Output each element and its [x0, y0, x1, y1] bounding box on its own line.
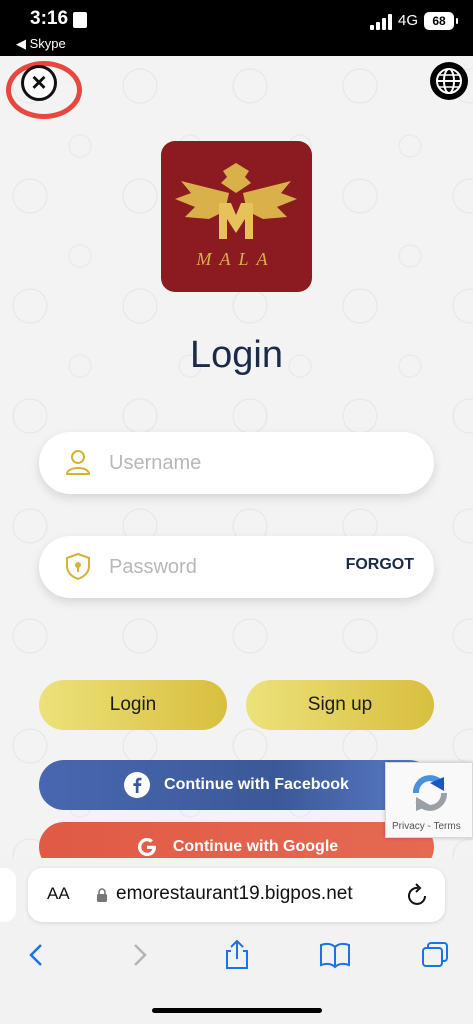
- username-field[interactable]: [39, 432, 434, 494]
- previous-tab-peek[interactable]: [0, 868, 16, 922]
- recaptcha-icon: [413, 775, 447, 811]
- page-title: Login: [190, 334, 283, 376]
- shield-lock-icon: [66, 552, 90, 581]
- google-icon: [137, 837, 156, 856]
- contact-card-icon: [73, 12, 87, 28]
- google-login-label: Continue with Google: [172, 838, 339, 855]
- recaptcha-badge[interactable]: Privacy - Terms: [385, 762, 473, 838]
- signup-button[interactable]: Sign up: [246, 680, 434, 730]
- facebook-login-button[interactable]: Continue with Facebook: [39, 760, 434, 810]
- user-icon: [65, 450, 91, 475]
- password-field[interactable]: FORGOT: [39, 536, 434, 598]
- address-bar[interactable]: AA emorestaurant19.bigpos.net: [28, 868, 445, 922]
- forgot-password-link[interactable]: FORGOT: [346, 556, 414, 574]
- close-icon: ×: [31, 67, 47, 97]
- back-to-app-link[interactable]: ◀ Skype: [16, 36, 66, 52]
- browser-address-area: AA emorestaurant19.bigpos.net: [0, 858, 473, 932]
- login-page: × MALA Login Username FORGOT Login Sign …: [0, 56, 473, 858]
- language-button[interactable]: [430, 62, 468, 100]
- forward-icon[interactable]: [122, 940, 156, 970]
- back-icon[interactable]: [20, 940, 54, 970]
- battery-indicator: 68: [424, 12, 458, 30]
- username-input[interactable]: [109, 446, 339, 480]
- status-time: 3:16: [30, 8, 69, 29]
- close-button[interactable]: ×: [21, 65, 57, 101]
- lock-icon: [97, 888, 107, 902]
- tabs-icon[interactable]: [418, 940, 452, 970]
- facebook-icon: [124, 771, 151, 798]
- logo-text: MALA: [196, 249, 276, 269]
- home-indicator[interactable]: [152, 1008, 322, 1013]
- browser-toolbar: [0, 932, 473, 1024]
- network-type: 4G: [398, 12, 419, 29]
- reader-settings-button[interactable]: AA: [47, 884, 70, 904]
- url-text[interactable]: emorestaurant19.bigpos.net: [116, 883, 353, 905]
- signal-icon: [370, 14, 394, 30]
- reload-icon[interactable]: [406, 882, 430, 908]
- restaurant-logo: MALA: [161, 141, 312, 292]
- globe-icon: [436, 68, 462, 94]
- login-button[interactable]: Login: [39, 680, 227, 730]
- password-input[interactable]: [109, 550, 339, 584]
- share-icon[interactable]: [220, 940, 254, 970]
- bookmarks-icon[interactable]: [318, 940, 352, 970]
- google-login-button[interactable]: Continue with Google: [39, 822, 434, 858]
- status-bar: 3:16 ◀ Skype 4G 68: [0, 0, 473, 56]
- facebook-login-label: Continue with Facebook: [164, 776, 349, 793]
- recaptcha-links[interactable]: Privacy - Terms: [392, 821, 461, 832]
